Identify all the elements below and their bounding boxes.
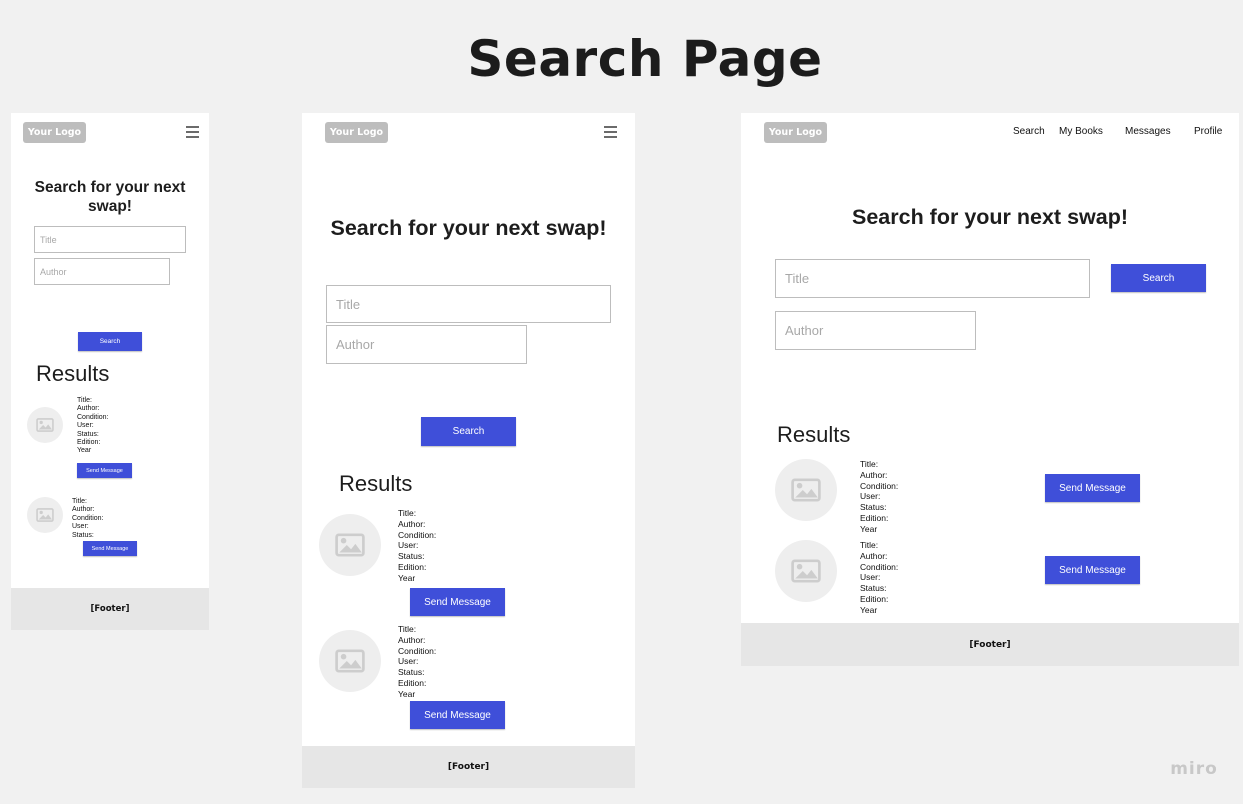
image-placeholder-icon — [319, 630, 381, 692]
nav-messages[interactable]: Messages — [1125, 126, 1171, 137]
tablet-frame: Your Logo Search for your next swap! Sea… — [302, 113, 635, 788]
hamburger-menu-icon[interactable] — [604, 126, 617, 138]
image-placeholder-icon — [319, 514, 381, 576]
nav-search[interactable]: Search — [1013, 126, 1045, 137]
result-fields: Title: Author: Condition: User: Status: Editi… — [860, 540, 899, 615]
result-fields: Title: Author: Condition: User: Status: Editi… — [860, 459, 899, 534]
author-input[interactable] — [326, 325, 527, 364]
hamburger-menu-icon[interactable] — [186, 126, 199, 138]
result-fields: Title: Author: Condition: User: Status: Editi… — [398, 508, 437, 583]
footer: [Footer] — [741, 623, 1239, 666]
author-input[interactable] — [775, 311, 976, 350]
result-fields: Title: Author: Condition: User: Status: Editi… — [77, 397, 109, 455]
send-message-button[interactable]: Send Message — [77, 463, 132, 478]
logo[interactable]: Your Logo — [325, 122, 388, 143]
results-heading: Results — [777, 422, 851, 447]
result-fields: Title: Author: Condition: User: Status: Editi… — [398, 624, 437, 699]
title-input[interactable] — [34, 226, 186, 253]
logo[interactable]: Your Logo — [23, 122, 86, 143]
search-heading: Search for your next swap! — [330, 216, 607, 240]
author-input[interactable] — [34, 258, 170, 285]
title-input[interactable] — [326, 285, 611, 323]
miro-watermark: miro — [1170, 759, 1218, 779]
mobile-frame: Your Logo Search for your next swap! Sea… — [11, 113, 209, 630]
image-placeholder-icon — [775, 459, 837, 521]
title-input[interactable] — [775, 259, 1090, 298]
search-heading: Search for your next swap! — [34, 179, 186, 215]
image-placeholder-icon — [775, 540, 837, 602]
nav-my-books[interactable]: My Books — [1059, 126, 1103, 137]
send-message-button[interactable]: Send Message — [410, 588, 505, 616]
search-button[interactable]: Search — [421, 417, 516, 446]
result-fields: Title: Author: Condition: User: Status: — [72, 498, 104, 539]
search-heading: Search for your next swap! — [852, 205, 1128, 229]
image-placeholder-icon — [27, 497, 63, 533]
logo[interactable]: Your Logo — [764, 122, 827, 143]
nav-profile[interactable]: Profile — [1194, 126, 1222, 137]
page-title: Search Page — [467, 30, 823, 88]
send-message-button[interactable]: Send Message — [1045, 474, 1140, 502]
send-message-button[interactable]: Send Message — [83, 541, 137, 556]
send-message-button[interactable]: Send Message — [1045, 556, 1140, 584]
search-button[interactable]: Search — [1111, 264, 1206, 292]
footer: [Footer] — [11, 588, 209, 630]
image-placeholder-icon — [27, 407, 63, 443]
results-heading: Results — [339, 471, 413, 496]
footer: [Footer] — [302, 746, 635, 788]
search-button[interactable]: Search — [78, 332, 142, 351]
send-message-button[interactable]: Send Message — [410, 701, 505, 729]
results-heading: Results — [36, 361, 110, 386]
